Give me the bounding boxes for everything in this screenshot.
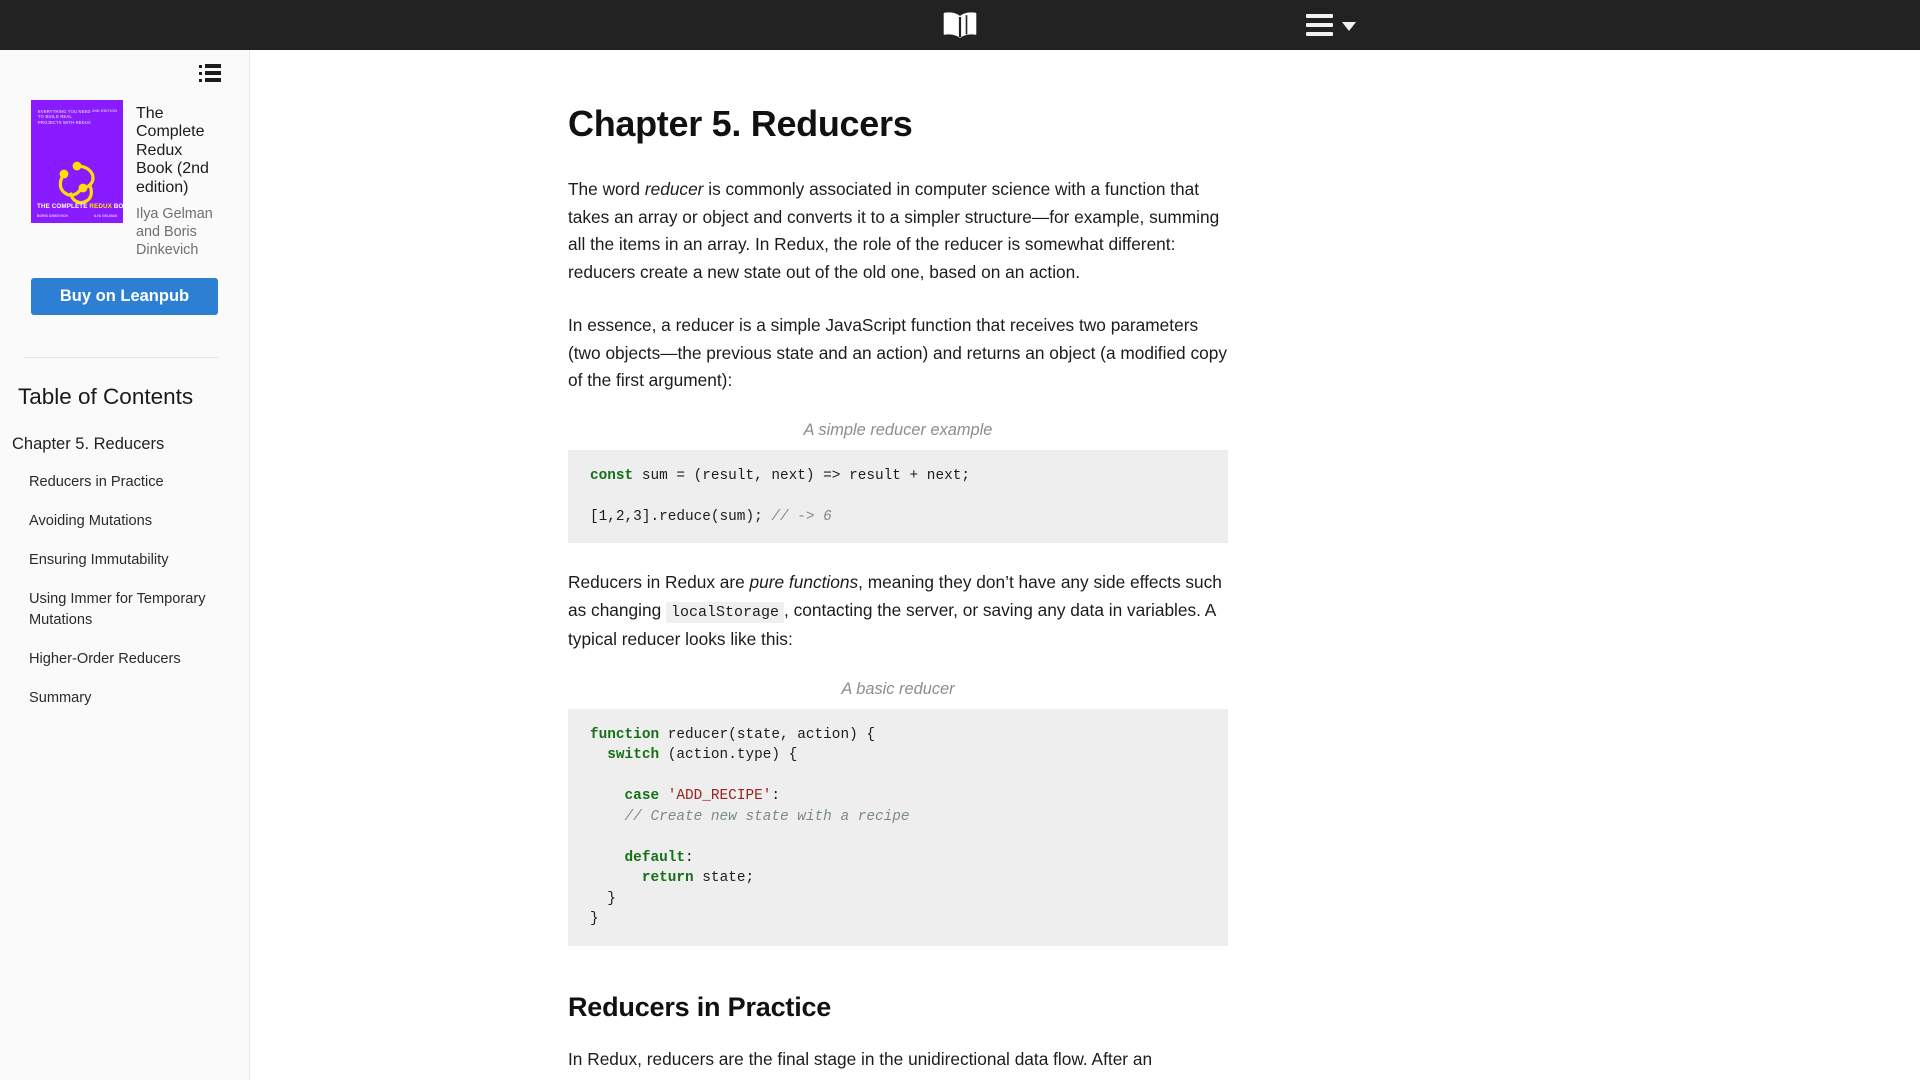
sidebar: Everything you need to build real projec… — [0, 50, 250, 1080]
book-cover-edition-badge: 2nd edition — [92, 109, 117, 113]
table-of-contents-heading: Table of Contents — [18, 384, 194, 410]
book-cover-credits: BORIS DINKEVICH ILYA GELMAN — [37, 214, 117, 218]
toc-item-summary[interactable]: Summary — [0, 688, 249, 709]
buy-on-leanpub-button[interactable]: Buy on Leanpub — [31, 278, 218, 316]
toc-item-higher-order-reducers[interactable]: Higher-Order Reducers — [0, 649, 249, 670]
emphasis-reducer: reducer — [644, 179, 704, 199]
book-cover-credit-left: BORIS DINKEVICH — [37, 214, 68, 218]
main-menu-button[interactable] — [1302, 8, 1360, 42]
open-book-icon[interactable] — [937, 8, 983, 42]
book-cover-tagline: Everything you need to build real projec… — [38, 109, 91, 125]
main-content: Chapter 5. Reducers The word reducer is … — [250, 50, 1920, 1080]
sidebar-toolbar — [0, 50, 249, 88]
toc-item-avoiding-mutations[interactable]: Avoiding Mutations — [0, 511, 249, 532]
code-block-simple-reducer: const sum = (result, next) => result + n… — [568, 449, 1228, 543]
paragraph-essence: In essence, a reducer is a simple JavaSc… — [568, 315, 1227, 390]
toc-item-reducers-in-practice[interactable]: Reducers in Practice — [0, 472, 249, 493]
inline-code-localstorage: localStorage — [666, 601, 785, 623]
article-body: Chapter 5. Reducers The word reducer is … — [568, 50, 1228, 1073]
hamburger-menu-icon — [1306, 14, 1333, 36]
top-bar — [0, 0, 1920, 50]
book-cover-credit-right: ILYA GELMAN — [93, 214, 117, 218]
section-title-reducers-in-practice: Reducers in Practice — [568, 991, 832, 1022]
emphasis-pure-functions: pure functions — [749, 572, 859, 592]
book-meta: The Complete Redux Book (2nd edition) Il… — [136, 100, 219, 259]
paragraph-pure-functions: Reducers in Redux are pure functions, me… — [568, 572, 1222, 649]
chevron-down-icon — [1342, 21, 1356, 31]
table-of-contents: Chapter 5. Reducers Reducers in Practice… — [0, 410, 249, 709]
toc-item-chapter-5[interactable]: Chapter 5. Reducers — [0, 434, 249, 454]
book-title: The Complete Redux Book (2nd edition) — [136, 105, 209, 196]
paragraph-practice-intro: In Redux, reducers are the final stage i… — [568, 1048, 1153, 1069]
code-block-basic-reducer: function reducer(state, action) { switch… — [568, 708, 1228, 946]
code-caption-simple-reducer: A simple reducer example — [803, 420, 993, 439]
book-info: Everything you need to build real projec… — [0, 88, 249, 259]
code-caption-basic-reducer: A basic reducer — [841, 679, 955, 698]
paragraph-intro: The word reducer is commonly associated … — [568, 179, 1220, 282]
page-title: Chapter 5. Reducers — [568, 103, 913, 144]
toc-item-using-immer[interactable]: Using Immer for Temporary Mutations — [0, 589, 249, 631]
book-cover-image: Everything you need to build real projec… — [31, 100, 123, 223]
buy-button-container: Buy on Leanpub — [0, 259, 249, 316]
book-cover-title: THE COMPLETE REDUX BOOK — [37, 203, 123, 210]
list-view-icon[interactable] — [199, 64, 221, 82]
book-authors: Ilya Gelman and Boris Dinkevich — [136, 206, 213, 259]
toc-item-ensuring-immutability[interactable]: Ensuring Immutability — [0, 550, 249, 571]
